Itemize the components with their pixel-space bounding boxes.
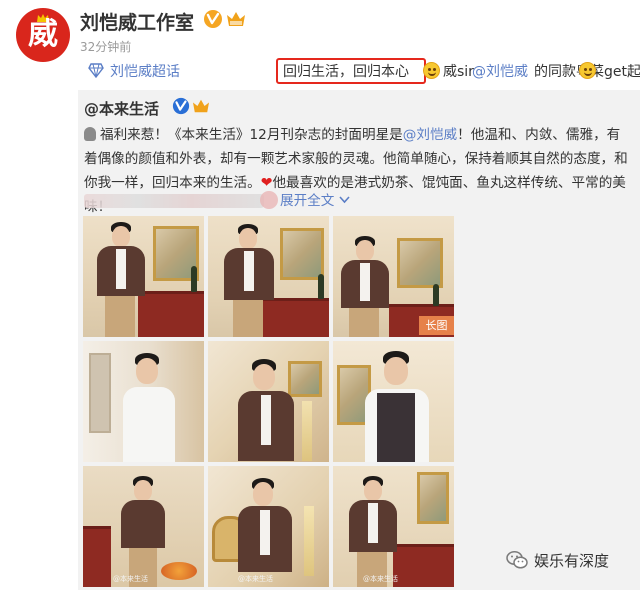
- photo-thumbnail[interactable]: [83, 341, 204, 462]
- blurred-text: [84, 194, 264, 208]
- photo-thumbnail[interactable]: @本来生活: [83, 466, 204, 587]
- image-watermark: @本来生活: [238, 575, 273, 583]
- expand-label: 展开全文: [280, 193, 335, 209]
- chevron-down-icon: [339, 196, 350, 204]
- diamond-topic-icon: [88, 63, 104, 78]
- repost-author[interactable]: @本来生活: [84, 98, 159, 119]
- post-text: 威sir: [443, 64, 474, 80]
- mention-link[interactable]: @刘恺威: [403, 127, 457, 143]
- highlighted-text: 回归生活，回归本心: [283, 64, 409, 80]
- image-watermark: @本来生活: [113, 575, 148, 583]
- photo-thumbnail[interactable]: 长图: [333, 216, 454, 337]
- verified-v-icon: [204, 10, 222, 28]
- photo-grid: 长图 @本来生活 @本来生活 @本来生活: [83, 216, 455, 588]
- vip-crown-icon[interactable]: [226, 10, 246, 28]
- post-header: 威 刘恺威工作室 32分钟前 刘恺威超话 回归生活，回归本心 威sir @刘恺威…: [0, 0, 640, 90]
- smiley-emoji-icon: [423, 62, 440, 79]
- avatar[interactable]: 威: [16, 8, 70, 62]
- avatar-logo: 威: [28, 17, 58, 52]
- reposted-post: @本来生活 福利来惹！《本来生活》12月刊杂志的封面明星是@刘恺威！他温和、内敛…: [78, 90, 640, 590]
- wechat-logo-icon: [506, 551, 528, 569]
- photo-thumbnail[interactable]: @本来生活: [333, 466, 454, 587]
- microphone-icon: [84, 127, 96, 141]
- post-time[interactable]: 32分钟前: [80, 38, 131, 55]
- verified-v-icon: [172, 97, 190, 115]
- photo-thumbnail[interactable]: [208, 216, 329, 337]
- vip-crown-icon[interactable]: [192, 98, 210, 114]
- watermark-text: 娱乐有深度: [534, 552, 610, 570]
- expand-full-text-link[interactable]: 展开全文: [280, 189, 350, 209]
- author-name[interactable]: 刘恺威工作室: [80, 8, 194, 35]
- blurred-emoji: [260, 191, 278, 209]
- mention-link[interactable]: @刘恺威: [472, 61, 528, 81]
- photo-thumbnail[interactable]: [208, 341, 329, 462]
- photo-thumbnail[interactable]: [83, 216, 204, 337]
- smiley-emoji-icon: [579, 62, 596, 79]
- image-watermark: @本来生活: [363, 575, 398, 583]
- photo-thumbnail[interactable]: [333, 341, 454, 462]
- photo-thumbnail[interactable]: @本来生活: [208, 466, 329, 587]
- topic-link[interactable]: 刘恺威超话: [110, 61, 180, 81]
- repost-text-1: 福利来惹！《本来生活》12月刊杂志的封面明星是: [100, 127, 403, 143]
- long-image-badge: 长图: [419, 316, 454, 335]
- heart-icon: ❤: [260, 175, 273, 191]
